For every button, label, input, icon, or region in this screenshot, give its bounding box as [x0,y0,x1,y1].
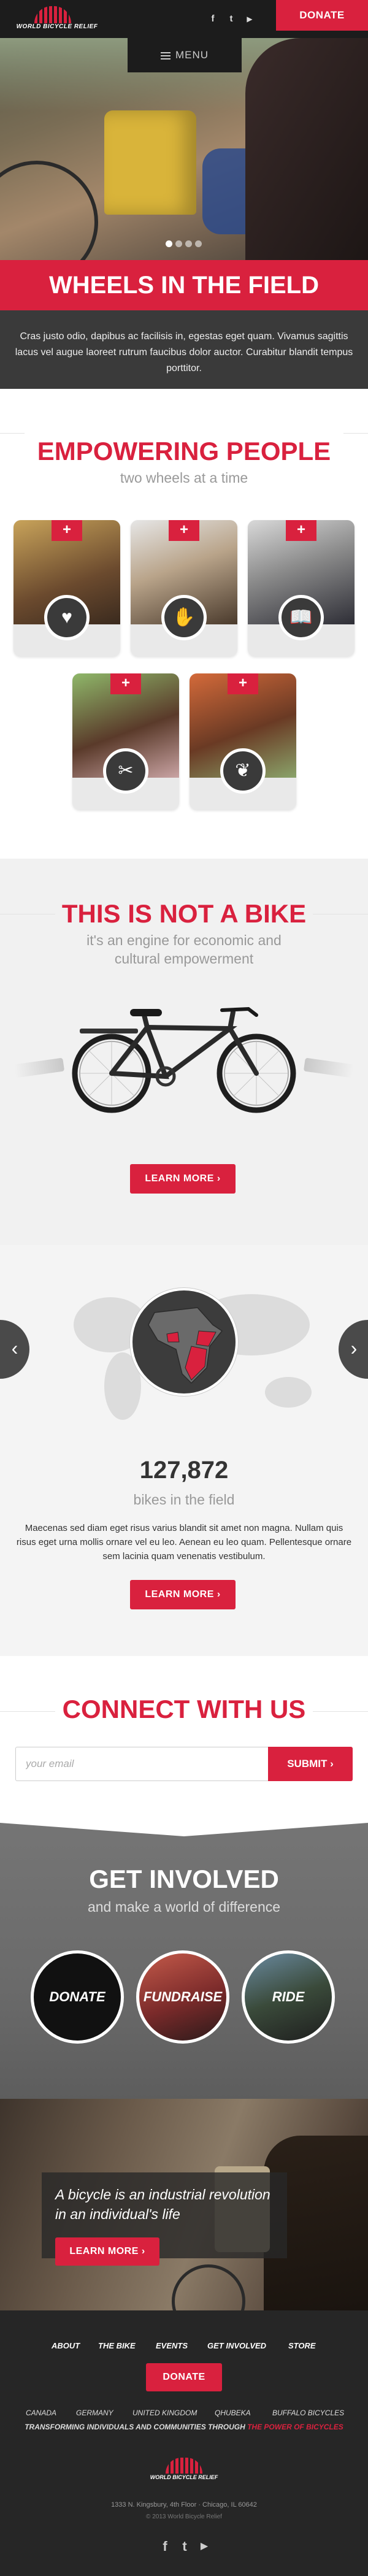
quote-learn-more-button[interactable]: LEARN MORE › [55,2237,159,2266]
slider-dot[interactable] [195,240,202,247]
footer-nav-the-bike[interactable]: THE BIKE [98,2341,136,2350]
africa-map [148,1307,223,1384]
plus-icon[interactable]: + [110,673,141,694]
bike-title: THIS IS NOT A BIKE [61,899,307,928]
footer-link-buffalo-bicycles[interactable]: BUFFALO BICYCLES [272,2409,344,2417]
hero-title: WHEELS IN THE FIELD [49,272,319,299]
footer-link-canada[interactable]: CANADA [26,2409,56,2417]
logo-mark [166,2458,202,2474]
tools-icon: ✂ [103,748,148,794]
footer-donate-button[interactable]: DONATE [146,2363,222,2391]
get-involved-subtitle: and make a world of difference [87,1899,281,1915]
bikes-count: 127,872 [139,1457,229,1484]
slider-dot[interactable] [185,240,192,247]
hero-title-band: WHEELS IN THE FIELD [0,260,368,310]
empower-card-education[interactable]: + 📖 [248,520,355,656]
connect-title: CONNECT WITH US [62,1695,306,1723]
menu-label: MENU [175,49,209,61]
get-involved-title: GET INVOLVED [89,1865,279,1893]
empower-card-tools[interactable]: + ✂ [72,673,179,810]
youtube-icon[interactable]: ▶ [243,12,256,26]
footer-nav-store[interactable]: STORE [288,2341,316,2350]
bike-learn-more-button[interactable]: LEARN MORE › [130,1164,236,1194]
footer-link-qhubeka[interactable]: QHUBEKA [215,2409,251,2417]
logo-mark [34,6,71,23]
footer: ABOUT THE BIKE EVENTS GET INVOLVED STORE… [0,2310,368,2576]
menu-button[interactable]: MENU [128,38,242,72]
logo[interactable]: WORLD BICYCLE RELIEF [11,6,103,32]
hero-photo-person [245,38,368,260]
footer-nav-about[interactable]: ABOUT [52,2341,80,2350]
bike-subtitle-line2: cultural empowerment [114,951,254,967]
slider-dots [166,240,202,248]
footer-link-united-kingdom[interactable]: UNITED KINGDOM [132,2409,197,2417]
footer-nav-get-involved[interactable]: GET INVOLVED [207,2341,266,2350]
hero-photo-water-can [104,110,196,215]
menu-icon [160,52,171,59]
impact-body: Maecenas sed diam eget risus varius blan… [16,1523,352,1562]
empower-card-economic[interactable]: + ✋ [131,520,237,656]
page: WORLD BICYCLE RELIEF f t ▶ DONATE MENU W… [0,0,368,2576]
slider-dot[interactable] [166,240,172,247]
hero-body: Cras justo odio, dapibus ac facilisis in… [15,331,353,374]
plus-icon[interactable]: + [52,520,82,541]
impact-learn-more-button[interactable]: LEARN MORE › [130,1580,236,1609]
fundraise-circle-button[interactable]: FUNDRAISE [136,1950,229,2044]
footer-nav-events[interactable]: EVENTS [156,2341,188,2350]
empower-card-health[interactable]: + ♥ [13,520,120,656]
bicycle-image [72,1006,296,1113]
plus-icon[interactable]: + [286,520,316,541]
quote-text: A bicycle is an industrial revolution in… [55,2187,270,2222]
twitter-icon[interactable]: t [177,2539,193,2555]
footer-tagline: TRANSFORMING INDIVIDUALS AND COMMUNITIES… [25,2423,343,2431]
donate-button-top[interactable]: DONATE [276,0,368,31]
facebook-icon[interactable]: f [157,2539,173,2555]
heart-icon: ♥ [44,595,90,640]
footer-copyright: © 2013 World Bicycle Relief [146,2513,222,2520]
tagline-highlight-link[interactable]: THE POWER OF BICYCLES [247,2423,343,2431]
empower-card-agriculture[interactable]: + ❦ [190,673,296,810]
twitter-icon[interactable]: t [224,12,238,26]
hands-icon: ✋ [161,595,207,640]
bike-subtitle-line1: it's an engine for economic and [86,932,282,948]
donate-circle-button[interactable]: DONATE [31,1950,124,2044]
footer-address: 1333 N. Kingsbury, 4th Floor · Chicago, … [111,2501,257,2509]
bikes-count-label: bikes in the field [133,1492,235,1508]
top-bar: WORLD BICYCLE RELIEF f t ▶ DONATE [0,0,368,38]
empowering-title: EMPOWERING PEOPLE [37,437,331,466]
footer-logo-text: WORLD BICYCLE RELIEF [150,2474,218,2480]
footer-link-germany[interactable]: GERMANY [76,2409,113,2417]
submit-button[interactable]: SUBMIT › [268,1747,353,1781]
footer-logo[interactable]: WORLD BICYCLE RELIEF [142,2458,226,2483]
slider-dot[interactable] [175,240,182,247]
youtube-icon[interactable]: ▶ [196,2539,212,2555]
hero-body-band: Cras justo odio, dapibus ac facilisis in… [0,310,368,389]
empowering-subtitle: two wheels at a time [120,470,248,486]
newsletter-form: SUBMIT › [15,1747,353,1781]
hero-photo-wheel [0,161,98,260]
facebook-icon[interactable]: f [206,12,220,26]
sprout-icon: ❦ [220,748,266,794]
book-icon: 📖 [278,595,324,640]
ride-circle-button[interactable]: RIDE [242,1950,335,2044]
logo-text: WORLD BICYCLE RELIEF [16,23,98,30]
plus-icon[interactable]: + [228,673,258,694]
plus-icon[interactable]: + [169,520,199,541]
africa-map-circle[interactable] [130,1288,238,1396]
email-field[interactable] [16,1747,269,1781]
